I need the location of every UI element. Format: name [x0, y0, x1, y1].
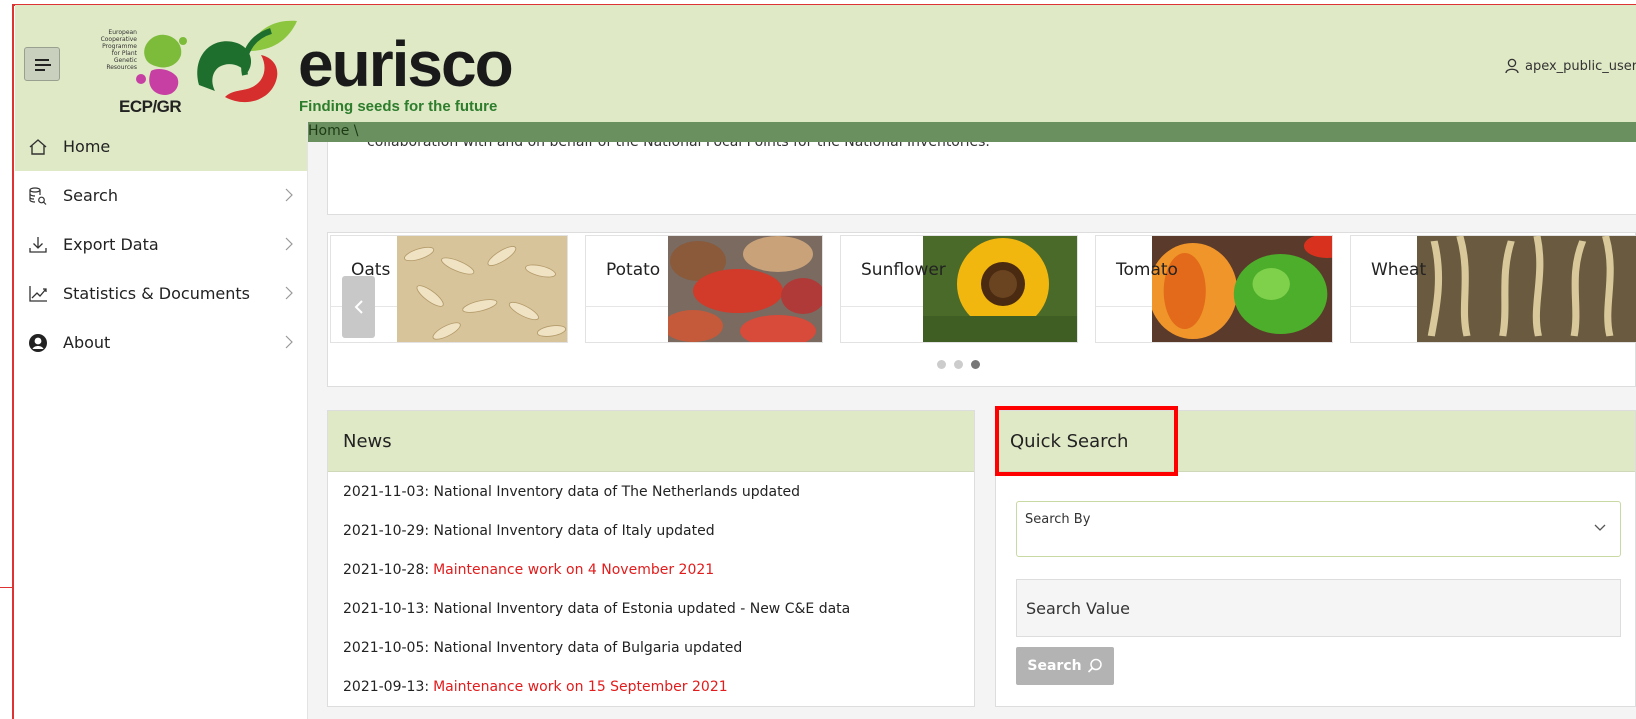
chevron-down-icon	[1594, 524, 1606, 531]
news-text: National Inventory data of Bulgaria upda…	[433, 639, 743, 656]
news-item[interactable]: 2021-10-05: National Inventory data of B…	[328, 628, 974, 667]
sidebar-item-export-data[interactable]: Export Data	[15, 220, 307, 269]
news-text: National Inventory data of Italy updated	[433, 522, 715, 539]
carousel-card-tomato[interactable]: Tomato	[1095, 235, 1333, 343]
sidebar-item-about[interactable]: About	[15, 318, 307, 367]
carousel-dots	[937, 360, 980, 369]
crop-label: Sunflower	[861, 260, 946, 280]
search-value-input[interactable]: Search Value	[1016, 579, 1621, 637]
search-value-label: Search Value	[1026, 599, 1130, 618]
news-title: News	[328, 411, 974, 472]
news-date: 2021-10-28:	[343, 561, 430, 578]
europe-map-icon	[136, 34, 187, 95]
database-search-icon	[27, 185, 49, 207]
quick-search-panel: Quick Search Search By Search Value Sear…	[995, 410, 1636, 707]
search-by-select[interactable]: Search By	[1016, 501, 1621, 557]
crop-label: Tomato	[1116, 260, 1178, 280]
card-divider	[586, 306, 676, 307]
search-icon	[1087, 658, 1102, 673]
news-list: 2021-11-03: National Inventory data of T…	[328, 472, 974, 706]
search-button[interactable]: Search	[1016, 647, 1114, 685]
news-item[interactable]: 2021-09-13: Maintenance work on 15 Septem…	[328, 667, 974, 706]
sidebar-item-search[interactable]: Search	[15, 171, 307, 220]
ecpgr-logo-text: European Cooperative Programme for Plant…	[100, 29, 137, 71]
carousel-dot[interactable]	[937, 360, 946, 369]
frame-line-left	[12, 4, 14, 719]
chart-line-icon	[27, 283, 49, 305]
news-date: 2021-10-05:	[343, 639, 430, 656]
eurisco-tagline: Finding seeds for the future	[299, 98, 498, 115]
sidebar-nav: Home Search Export Data Statistics & Doc…	[15, 122, 308, 719]
main-content: collaboration with and on behalf of the …	[308, 122, 1636, 719]
news-item[interactable]: 2021-10-29: National Inventory data of I…	[328, 511, 974, 550]
carousel-dot-active[interactable]	[971, 360, 980, 369]
breadcrumb-bar: Home \	[308, 122, 1636, 142]
card-divider	[841, 306, 931, 307]
news-item[interactable]: 2021-10-28: Maintenance work on 4 Novembe…	[328, 550, 974, 589]
news-date: 2021-10-29:	[343, 522, 430, 539]
chevron-right-icon	[285, 237, 293, 251]
carousel-card-wheat[interactable]: Wheat	[1350, 235, 1636, 343]
quick-search-title: Quick Search	[996, 411, 1635, 472]
chevron-left-icon	[354, 300, 363, 314]
user-icon	[1505, 58, 1519, 74]
oats-image	[397, 236, 567, 342]
crop-carousel: Oats Potato Sunflower Tomato Wheat	[327, 232, 1636, 387]
sidebar-item-label: Statistics & Documents	[63, 284, 251, 303]
ecpgr-logo[interactable]: European Cooperative Programme for Plant…	[69, 19, 197, 119]
eurisco-logo-icon[interactable]	[185, 15, 303, 115]
news-date: 2021-10-13:	[343, 600, 430, 617]
search-button-label: Search	[1027, 658, 1082, 674]
sidebar-item-label: Home	[63, 137, 111, 156]
sidebar-item-label: Export Data	[63, 235, 159, 254]
potato-image	[668, 236, 822, 342]
carousel-card-potato[interactable]: Potato	[585, 235, 823, 343]
sidebar-item-home[interactable]: Home	[15, 122, 307, 171]
carousel-prev-button[interactable]	[342, 276, 375, 338]
crop-label: Wheat	[1371, 260, 1427, 280]
news-alert-link[interactable]: Maintenance work on 4 November 2021	[433, 562, 714, 578]
sunflower-image	[923, 236, 1077, 342]
carousel-dot[interactable]	[954, 360, 963, 369]
user-name: apex_public_user	[1525, 58, 1636, 74]
news-text: National Inventory data of The Netherlan…	[433, 483, 801, 500]
news-alert-link[interactable]: Maintenance work on 15 September 2021	[433, 679, 728, 695]
news-date: 2021-09-13:	[343, 678, 430, 695]
intro-card: collaboration with and on behalf of the …	[327, 134, 1636, 215]
news-panel: News 2021-11-03: National Inventory data…	[327, 410, 975, 707]
eurisco-wordmark: eurisco	[298, 28, 514, 100]
home-icon	[27, 136, 49, 158]
chevron-right-icon	[285, 286, 293, 300]
menu-toggle-button[interactable]	[24, 47, 60, 81]
user-circle-icon	[27, 332, 49, 354]
news-date: 2021-11-03:	[343, 483, 430, 500]
app-header: European Cooperative Programme for Plant…	[15, 5, 1636, 122]
sidebar-item-label: Search	[63, 186, 118, 205]
news-text: National Inventory data of Estonia updat…	[433, 600, 851, 617]
crop-label: Potato	[606, 260, 661, 280]
sidebar-item-statistics-documents[interactable]: Statistics & Documents	[15, 269, 307, 318]
wheat-image	[1417, 236, 1636, 342]
chevron-right-icon	[285, 335, 293, 349]
news-item[interactable]: 2021-11-03: National Inventory data of T…	[328, 472, 974, 511]
carousel-card-sunflower[interactable]: Sunflower	[840, 235, 1078, 343]
user-menu[interactable]: apex_public_user	[1505, 58, 1636, 74]
news-item[interactable]: 2021-10-13: National Inventory data of E…	[328, 589, 974, 628]
chevron-right-icon	[285, 188, 293, 202]
download-icon	[27, 234, 49, 256]
frame-line-outer	[0, 587, 12, 588]
search-by-label: Search By	[1025, 512, 1091, 527]
ecpgr-mark: ECP/GR	[119, 97, 182, 116]
tomato-image	[1152, 236, 1332, 342]
breadcrumb[interactable]: Home \	[308, 122, 359, 140]
sidebar-item-label: About	[63, 333, 111, 352]
